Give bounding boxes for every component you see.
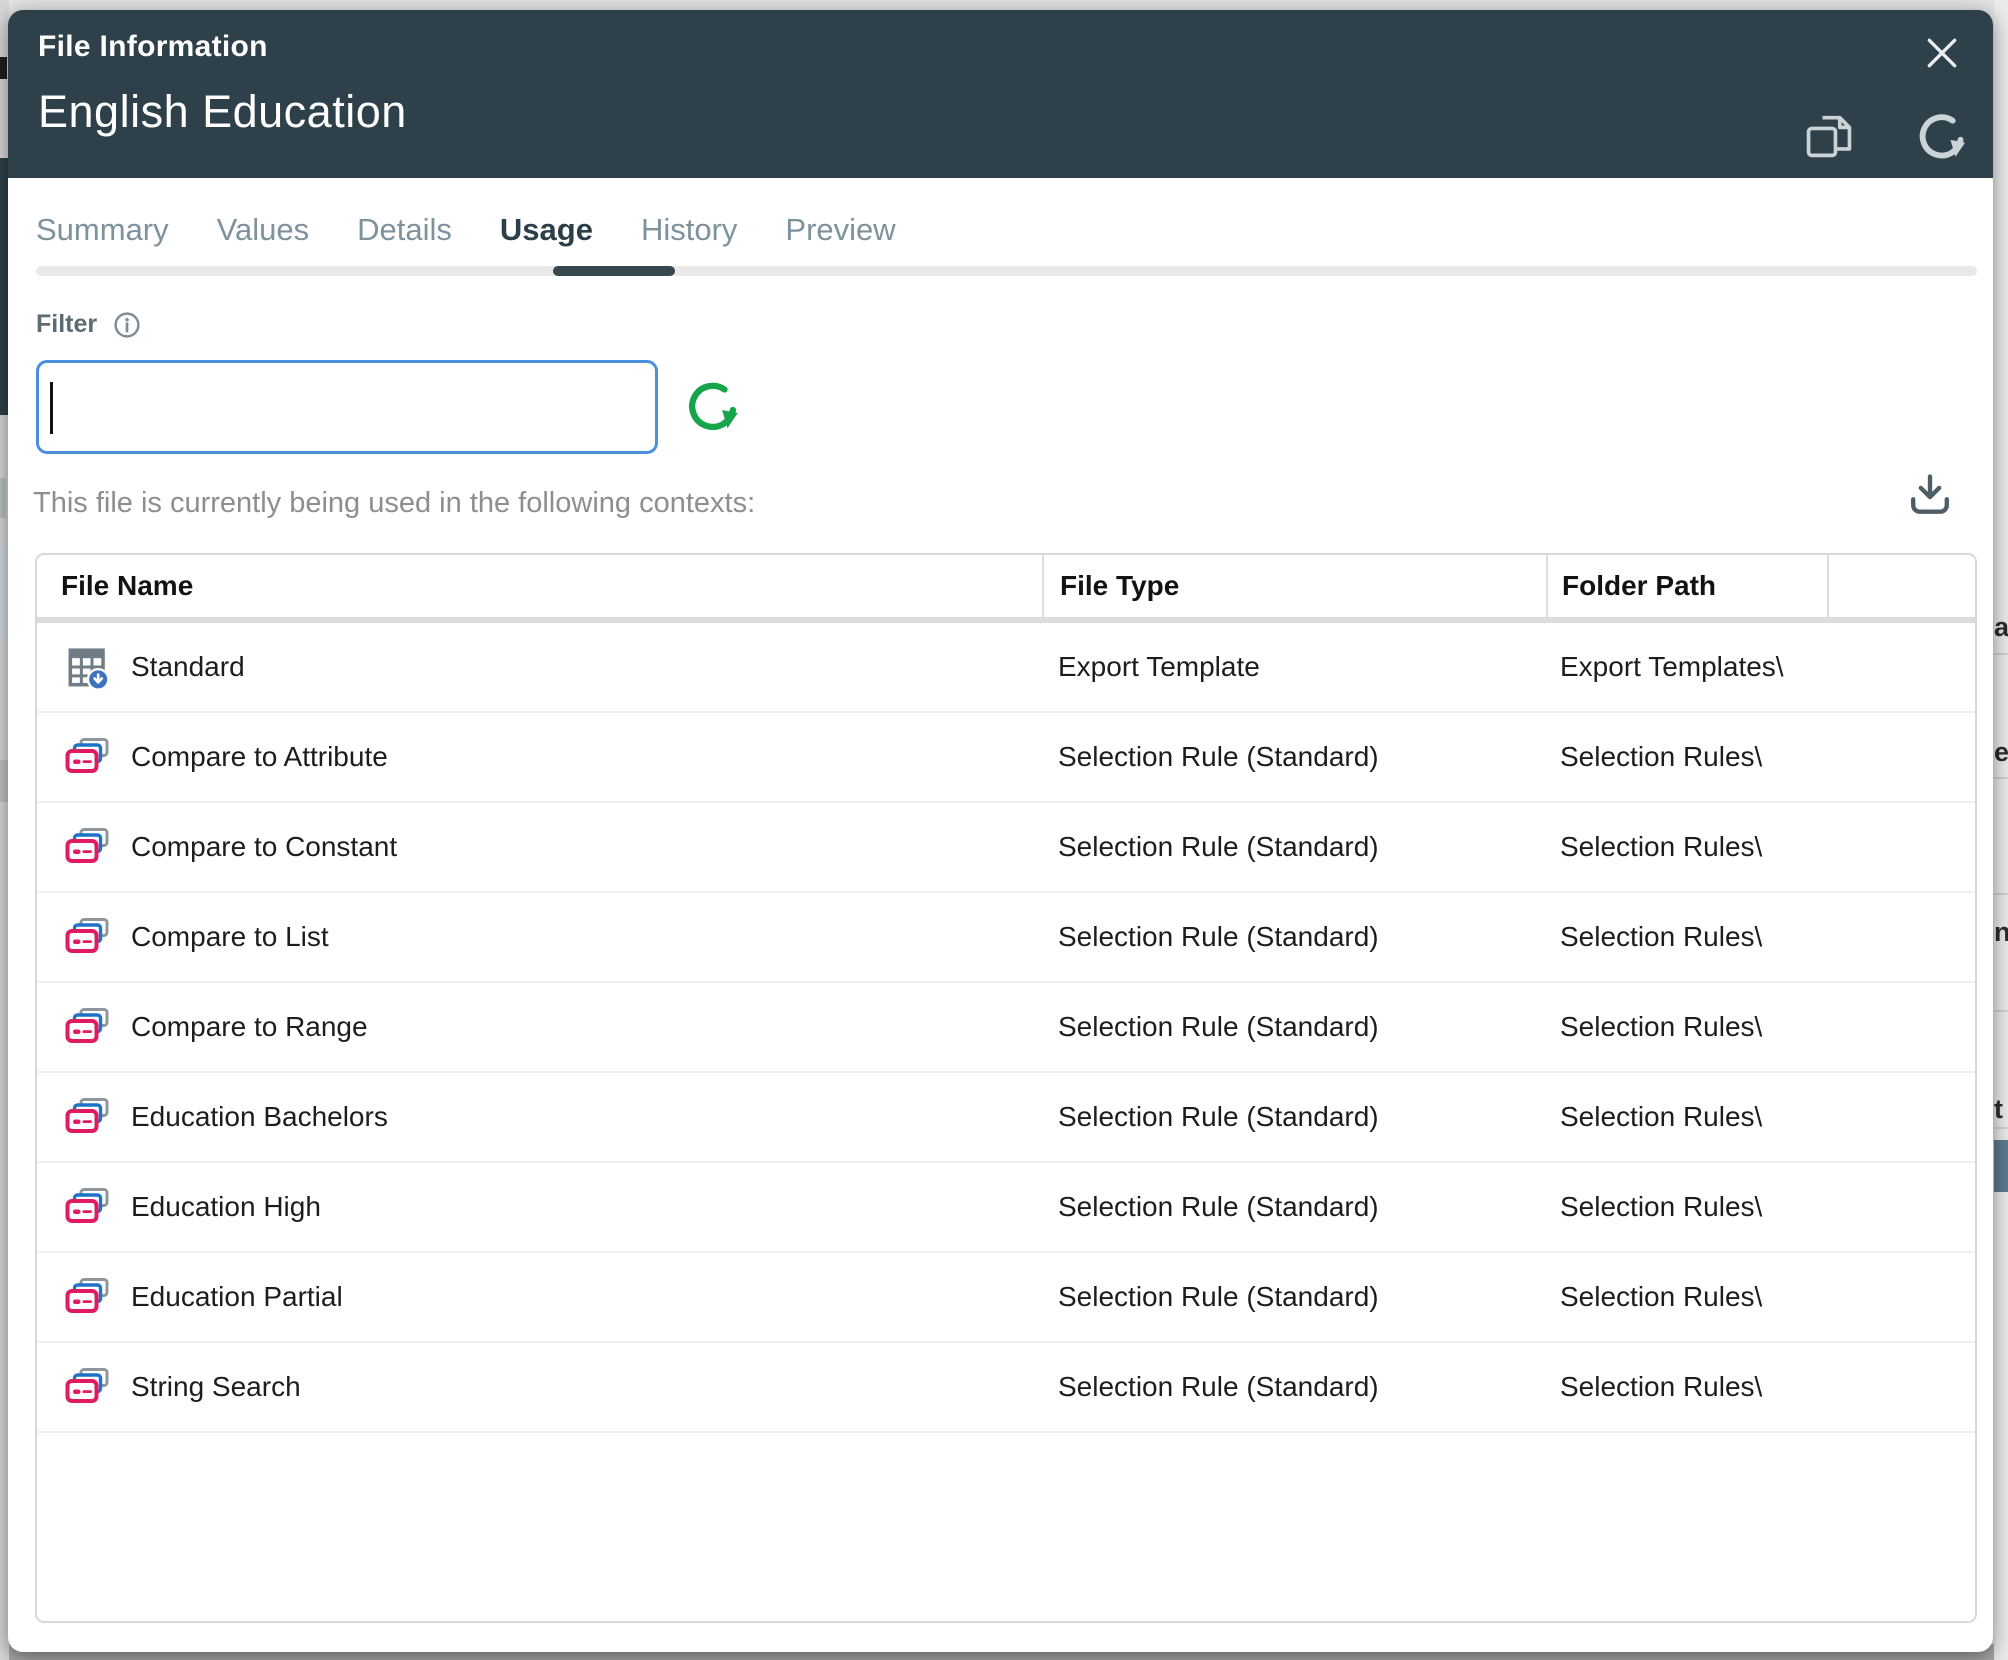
table-row[interactable]: Compare to List Selection Rule (Standard… (37, 893, 1975, 983)
file-type-cell: Selection Rule (Standard) (1042, 1371, 1546, 1403)
file-name: Standard (131, 651, 245, 683)
background-fragment (0, 478, 6, 518)
filter-input[interactable] (36, 360, 658, 454)
file-type-cell: Selection Rule (Standard) (1042, 741, 1546, 773)
export-template-icon (65, 644, 111, 690)
dialog-header: File Information English Education (8, 10, 1993, 178)
column-header-file-type[interactable]: File Type (1042, 555, 1546, 617)
file-name-cell: Standard (37, 644, 1042, 690)
refresh-icon[interactable] (1915, 110, 1969, 164)
file-type-cell: Selection Rule (Standard) (1042, 1281, 1546, 1313)
copy-file-icon[interactable] (1801, 108, 1857, 164)
background-right-strip: a e n t (1994, 0, 2008, 1660)
file-type-cell: Selection Rule (Standard) (1042, 1101, 1546, 1133)
file-name-cell: String Search (37, 1364, 1042, 1410)
file-name: Compare to Attribute (131, 741, 388, 773)
folder-path-cell: Selection Rules\ (1546, 741, 1827, 773)
folder-path-cell: Export Templates\ (1546, 651, 1827, 683)
file-name-cell: Compare to Range (37, 1004, 1042, 1050)
file-type-cell: Selection Rule (Standard) (1042, 1011, 1546, 1043)
folder-path-cell: Selection Rules\ (1546, 1281, 1827, 1313)
background-text-fragment: n (1994, 917, 2008, 948)
file-name-cell: Education Partial (37, 1274, 1042, 1320)
dialog-title: File Information (38, 30, 268, 64)
file-name-cell: Compare to Constant (37, 824, 1042, 870)
file-type-cell: Selection Rule (Standard) (1042, 921, 1546, 953)
folder-path-cell: Selection Rules\ (1546, 831, 1827, 863)
tab-track (36, 266, 1977, 276)
folder-path-cell: Selection Rules\ (1546, 1371, 1827, 1403)
selection-rule-icon (65, 914, 111, 960)
folder-path-cell: Selection Rules\ (1546, 1011, 1827, 1043)
file-type-cell: Export Template (1042, 651, 1546, 683)
background-text-fragment: t (1994, 1094, 2008, 1125)
file-name: Education High (131, 1191, 321, 1223)
table-row[interactable]: Education Bachelors Selection Rule (Stan… (37, 1073, 1975, 1163)
background-fragment (0, 57, 7, 79)
file-name: Compare to Range (131, 1011, 368, 1043)
column-header-folder-path[interactable]: Folder Path (1546, 555, 1827, 617)
folder-path-cell: Selection Rules\ (1546, 1101, 1827, 1133)
selection-rule-icon (65, 1004, 111, 1050)
usage-table: File Name File Type Folder Path Standard… (35, 553, 1977, 1623)
background-text-fragment: e (1994, 737, 2008, 768)
tab-details[interactable]: Details (357, 212, 452, 254)
column-header-empty (1827, 555, 1975, 617)
file-name: Education Bachelors (131, 1101, 388, 1133)
table-row[interactable]: Compare to Attribute Selection Rule (Sta… (37, 713, 1975, 803)
file-information-dialog: File Information English Education Summa… (8, 10, 1993, 1652)
folder-path-cell: Selection Rules\ (1546, 1191, 1827, 1223)
file-name-cell: Education Bachelors (37, 1094, 1042, 1140)
file-name-cell: Compare to Attribute (37, 734, 1042, 780)
selection-rule-icon (65, 1274, 111, 1320)
tab-history[interactable]: History (641, 212, 737, 254)
active-tab-indicator (553, 266, 675, 276)
background-text-fragment: a (1994, 612, 2008, 643)
selection-rule-icon (65, 734, 111, 780)
file-title: English Education (38, 86, 407, 138)
table-row[interactable]: String Search Selection Rule (Standard) … (37, 1343, 1975, 1433)
selection-rule-icon (65, 1184, 111, 1230)
close-icon[interactable] (1923, 34, 1961, 72)
filter-row: Filter (36, 310, 141, 339)
tab-bar: Summary Values Details Usage History Pre… (36, 212, 896, 254)
tab-values[interactable]: Values (217, 212, 310, 254)
file-type-cell: Selection Rule (Standard) (1042, 1191, 1546, 1223)
selection-rule-icon (65, 1364, 111, 1410)
table-row[interactable]: Education High Selection Rule (Standard)… (37, 1163, 1975, 1253)
selection-rule-icon (65, 824, 111, 870)
file-name-cell: Compare to List (37, 914, 1042, 960)
table-header-row: File Name File Type Folder Path (37, 555, 1975, 617)
tab-summary[interactable]: Summary (36, 212, 169, 254)
file-name: Compare to List (131, 921, 329, 953)
column-header-file-name[interactable]: File Name (37, 555, 1042, 617)
tab-preview[interactable]: Preview (785, 212, 895, 254)
selection-rule-icon (65, 1094, 111, 1140)
file-name-cell: Education High (37, 1184, 1042, 1230)
filter-label: Filter (36, 310, 97, 339)
file-name: String Search (131, 1371, 301, 1403)
info-icon[interactable] (113, 311, 141, 339)
file-name: Compare to Constant (131, 831, 397, 863)
background-fragment (1994, 1140, 2008, 1192)
tab-usage[interactable]: Usage (500, 212, 593, 254)
file-type-cell: Selection Rule (Standard) (1042, 831, 1546, 863)
file-name: Education Partial (131, 1281, 343, 1313)
refresh-filter-icon[interactable] (684, 378, 742, 436)
table-row[interactable]: Standard Export Template Export Template… (37, 623, 1975, 713)
download-icon[interactable] (1904, 470, 1956, 522)
usage-note: This file is currently being used in the… (33, 487, 755, 520)
table-row[interactable]: Education Partial Selection Rule (Standa… (37, 1253, 1975, 1343)
table-row[interactable]: Compare to Range Selection Rule (Standar… (37, 983, 1975, 1073)
table-row[interactable]: Compare to Constant Selection Rule (Stan… (37, 803, 1975, 893)
folder-path-cell: Selection Rules\ (1546, 921, 1827, 953)
